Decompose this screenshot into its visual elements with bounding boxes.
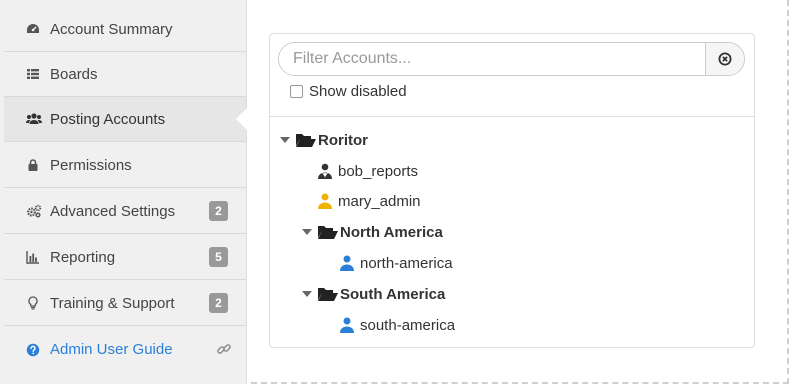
- show-disabled-checkbox[interactable]: [290, 85, 303, 98]
- tree-user-south-america[interactable]: south-america: [340, 314, 455, 336]
- tree-folder-label: Roritor: [318, 131, 368, 149]
- sidebar-item-label: Account Summary: [50, 20, 173, 38]
- count-badge: 2: [209, 293, 228, 313]
- sidebar-item-label: Boards: [50, 65, 98, 83]
- caret-down-icon[interactable]: [302, 291, 312, 297]
- caret-down-icon[interactable]: [280, 137, 290, 143]
- sidebar-item-label: Admin User Guide: [50, 341, 173, 358]
- tree-user-label: bob_reports: [338, 162, 419, 180]
- count-badge: 2: [209, 201, 228, 221]
- tree-folder-north-america[interactable]: North America: [302, 221, 443, 243]
- tree-user-label: mary_admin: [338, 192, 421, 210]
- tree-user-north-america[interactable]: north-america: [340, 252, 453, 274]
- sidebar-item-label: Training & Support: [50, 294, 175, 312]
- show-disabled-label: Show disabled: [309, 83, 407, 100]
- user-icon: [340, 317, 354, 333]
- tree-user-label: north-america: [360, 254, 453, 272]
- sidebar-item-account-summary[interactable]: Account Summary: [4, 7, 246, 52]
- link-icon[interactable]: [216, 341, 232, 357]
- sidebar-item-label: Advanced Settings: [50, 202, 176, 220]
- sidebar-item-label: Posting Accounts: [50, 110, 166, 128]
- sidebar-item-advanced-settings[interactable]: Advanced Settings 2: [4, 189, 246, 234]
- list-icon: [26, 67, 48, 81]
- sidebar-item-posting-accounts[interactable]: Posting Accounts: [4, 97, 247, 142]
- folder-open-icon: [296, 134, 316, 147]
- filter-group: [278, 42, 745, 76]
- users-icon: [26, 112, 48, 126]
- app-frame: Account Summary Boards Posting Accounts …: [0, 0, 789, 384]
- tree-folder-label: South America: [340, 285, 446, 303]
- question-circle-icon: [26, 343, 48, 357]
- tree-folder-south-america[interactable]: South America: [302, 283, 445, 305]
- dashboard-icon: [26, 22, 48, 36]
- gears-icon: [26, 204, 48, 218]
- sidebar-item-training-support[interactable]: Training & Support 2: [4, 281, 246, 326]
- tree-folder-label: North America: [340, 223, 443, 241]
- sidebar-item-label: Permissions: [50, 156, 132, 174]
- bar-chart-icon: [26, 250, 48, 264]
- user-icon: [340, 255, 354, 271]
- user-tie-icon: [318, 163, 332, 179]
- folder-open-icon: [318, 288, 338, 301]
- divider: [270, 116, 754, 117]
- accounts-panel: Show disabled Roritor bob_reports mary_a…: [269, 33, 755, 348]
- sidebar-item-permissions[interactable]: Permissions: [4, 143, 246, 188]
- user-icon: [318, 193, 332, 209]
- sidebar-item-label: Reporting: [50, 248, 116, 266]
- filter-accounts-input[interactable]: [279, 43, 705, 75]
- lightbulb-icon: [26, 296, 48, 310]
- tree-folder-roritor[interactable]: Roritor: [280, 129, 368, 151]
- show-disabled-toggle[interactable]: Show disabled: [290, 83, 407, 100]
- sidebar: Account Summary Boards Posting Accounts …: [0, 0, 247, 384]
- count-badge: 5: [209, 247, 228, 267]
- lock-icon: [26, 158, 48, 172]
- clear-filter-button[interactable]: [705, 43, 744, 75]
- caret-down-icon[interactable]: [302, 229, 312, 235]
- tree-user-label: south-america: [360, 316, 456, 334]
- sidebar-item-boards[interactable]: Boards: [4, 52, 246, 97]
- sidebar-item-admin-user-guide[interactable]: Admin User Guide: [4, 327, 246, 372]
- tree-user-bob-reports[interactable]: bob_reports: [318, 160, 418, 182]
- tree-user-mary-admin[interactable]: mary_admin: [318, 190, 421, 212]
- sidebar-item-reporting[interactable]: Reporting 5: [4, 235, 246, 280]
- times-circle-icon: [718, 52, 732, 66]
- folder-open-icon: [318, 226, 338, 239]
